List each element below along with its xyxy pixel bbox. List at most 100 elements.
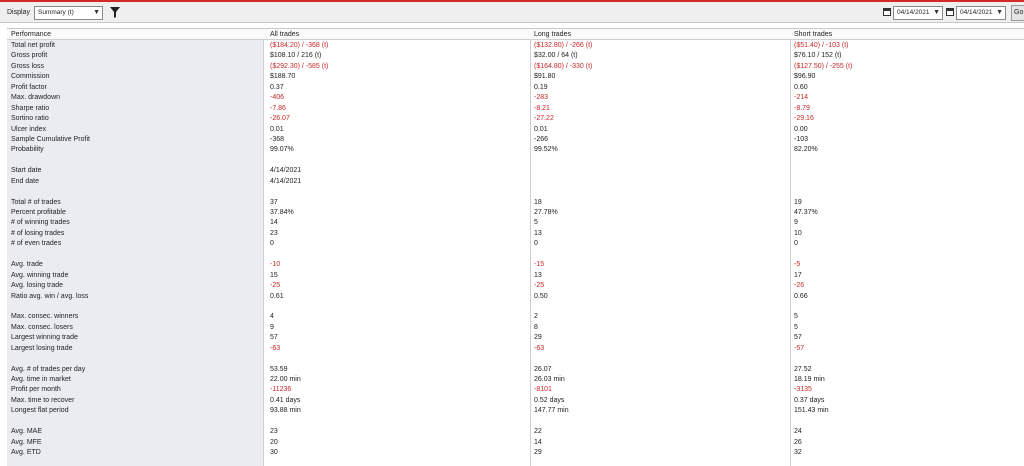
table-row[interactable]: Avg. winning trade 15 13 17 (7, 271, 1024, 281)
table-row[interactable]: Max. consec. winners 4 2 5 (7, 312, 1024, 322)
metric-label: # of even trades (11, 240, 62, 248)
header-short-trades[interactable]: Short trades (794, 31, 832, 38)
metric-label: Avg. MAE (11, 428, 42, 436)
date-to-select[interactable]: 04/14/2021 ▼ (956, 6, 1006, 20)
header-long-trades[interactable]: Long trades (534, 31, 571, 38)
display-select-value: Summary (t) (38, 9, 74, 16)
table-row[interactable]: Sortino ratio -26.07 -27.22 -29.16 (7, 114, 1024, 124)
all-trades-value: -63 (270, 344, 281, 352)
table-row[interactable]: Gross loss ($292.30) / -585 (t) ($164.80) … (7, 62, 1024, 72)
all-trades-value: 37 (270, 198, 278, 206)
all-trades-value: -25 (270, 282, 281, 290)
long-trades-value: -15 (534, 261, 545, 269)
table-row[interactable]: # of winning trades 14 5 9 (7, 218, 1024, 228)
table-row[interactable] (7, 354, 1024, 364)
long-trades-value: -25 (534, 282, 545, 290)
all-trades-value: -26.07 (270, 115, 290, 123)
table-row[interactable] (7, 187, 1024, 197)
table-row[interactable]: Largest winning trade 57 29 57 (7, 333, 1024, 343)
table-row[interactable]: Largest losing trade -63 -63 -57 (7, 344, 1024, 354)
table-row[interactable]: Avg. MAE 23 22 24 (7, 427, 1024, 437)
all-trades-value: 0.61 (270, 292, 284, 300)
long-trades-value: 8 (534, 323, 538, 331)
metric-label: Avg. winning trade (11, 271, 69, 279)
metric-label: Avg. ETD (11, 449, 41, 457)
short-trades-value: 47.37% (794, 209, 818, 216)
display-select[interactable]: Summary (t) ▼ (34, 6, 103, 20)
filter-icon[interactable] (110, 7, 120, 18)
table-row[interactable]: Sharpe ratio -7.86 -8.21 -8.79 (7, 104, 1024, 114)
table-row[interactable]: Avg. time in market 22.00 min 26.03 min 18.… (7, 375, 1024, 385)
table-row[interactable]: # of even trades 0 0 0 (7, 239, 1024, 249)
long-trades-value: 26.03 min (534, 376, 565, 383)
short-trades-value: 26 (794, 438, 802, 446)
all-trades-value: 20 (270, 438, 278, 446)
table-row[interactable]: Avg. losing trade -25 -25 -26 (7, 281, 1024, 291)
table-row[interactable]: Max. consec. losers 9 8 5 (7, 323, 1024, 333)
metric-label: Profit per month (11, 386, 61, 394)
calendar-icon[interactable] (883, 8, 891, 16)
table-row[interactable]: Avg. ETD 30 29 32 (7, 448, 1024, 458)
table-row[interactable]: Total net profit ($184.20) / -368 (t) ($13… (7, 41, 1024, 51)
short-trades-value: 19 (794, 198, 802, 206)
short-trades-value: -8.79 (794, 104, 810, 112)
table-row[interactable]: Ratio avg. win / avg. loss 0.61 0.50 0.66 (7, 292, 1024, 302)
metric-label: Sharpe ratio (11, 104, 50, 112)
long-trades-value: 18 (534, 198, 542, 206)
short-trades-value: 18.19 min (794, 376, 825, 383)
table-row[interactable]: Longest flat period 93.88 min 147.77 min 15… (7, 406, 1024, 416)
table-row[interactable]: Start date 4/14/2021 (7, 166, 1024, 176)
all-trades-value: -406 (270, 94, 285, 102)
metric-label: End date (11, 177, 40, 185)
metric-label: Largest losing trade (11, 344, 73, 352)
short-trades-value: -3135 (794, 386, 812, 394)
short-trades-value: 0.66 (794, 292, 808, 300)
date-from-select[interactable]: 04/14/2021 ▼ (893, 6, 943, 20)
metric-label: Max. consec. winners (11, 313, 79, 321)
long-trades-value: 0.01 (534, 125, 548, 133)
table-row[interactable]: Sample Cumulative Profit -368 -266 -103 (7, 135, 1024, 145)
table-row[interactable]: Percent profitable 37.84% 27.78% 47.37% (7, 208, 1024, 218)
table-row[interactable]: Profit factor 0.37 0.19 0.60 (7, 83, 1024, 93)
chevron-down-icon: ▼ (93, 9, 100, 16)
long-trades-value: 22 (534, 428, 542, 436)
table-row[interactable]: Max. drawdown -406 -283 -214 (7, 93, 1024, 103)
go-button[interactable]: Go (1011, 5, 1024, 21)
table-row[interactable] (7, 250, 1024, 260)
long-trades-value: -8101 (534, 386, 552, 394)
all-trades-value: 0.37 (270, 83, 284, 91)
short-trades-value: 32 (794, 449, 802, 457)
all-trades-value: 9 (270, 323, 274, 331)
all-trades-value: -368 (270, 135, 285, 143)
long-trades-value: 29 (534, 334, 542, 342)
table-row[interactable] (7, 417, 1024, 427)
header-performance[interactable]: Performance (11, 31, 51, 38)
short-trades-value: 0.37 days (794, 396, 825, 404)
table-row[interactable]: Ulcer index 0.01 0.01 0.00 (7, 125, 1024, 135)
calendar-icon[interactable] (946, 8, 954, 16)
table-row[interactable] (7, 156, 1024, 166)
short-trades-value: 0.00 (794, 125, 808, 133)
short-trades-value: ($51.40) / -103 (t) (794, 42, 849, 49)
table-row[interactable]: Profit per month -11236 -8101 -3135 (7, 385, 1024, 395)
metric-label: Start date (11, 167, 42, 175)
table-row[interactable] (7, 302, 1024, 312)
table-row[interactable]: End date 4/14/2021 (7, 177, 1024, 187)
metric-label: # of winning trades (11, 219, 70, 227)
table-row[interactable]: Max. time to recover 0.41 days 0.52 days 0.… (7, 396, 1024, 406)
metric-label: Max. drawdown (11, 94, 61, 102)
table-row[interactable]: Probability 99.07% 99.52% 82.20% (7, 145, 1024, 155)
table-row[interactable]: Avg. trade -10 -15 -5 (7, 260, 1024, 270)
header-all-trades[interactable]: All trades (270, 31, 299, 38)
long-trades-value: 14 (534, 438, 542, 446)
date-from-value: 04/14/2021 (897, 9, 930, 16)
table-row[interactable]: # of losing trades 23 13 10 (7, 229, 1024, 239)
table-row[interactable]: Avg. # of trades per day 53.59 26.07 27.52 (7, 365, 1024, 375)
table-row[interactable]: Total # of trades 37 18 19 (7, 198, 1024, 208)
short-trades-value: 27.52 (794, 365, 812, 373)
table-row[interactable]: Gross profit $108.10 / 216 (t) $32.00 / 64… (7, 51, 1024, 61)
table-row[interactable]: Commission $188.70 $91.80 $96.90 (7, 72, 1024, 82)
metric-label: Probability (11, 146, 44, 154)
table-row[interactable]: Avg. MFE 20 14 26 (7, 438, 1024, 448)
long-trades-value: -63 (534, 344, 545, 352)
